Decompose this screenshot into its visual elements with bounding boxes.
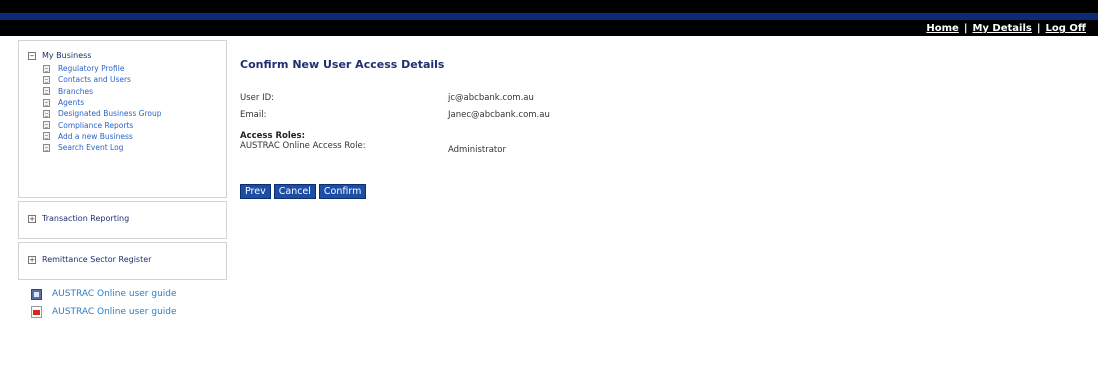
sidebar-item-label[interactable]: Search Event Log <box>58 143 123 152</box>
user-guide-word-link[interactable]: AUSTRAC Online user guide <box>31 285 177 303</box>
sidebar-item-compliance-reports[interactable]: Compliance Reports <box>43 119 226 130</box>
prev-button[interactable]: Prev <box>240 184 271 199</box>
my-business-items: Regulatory Profile Contacts and Users Br… <box>43 63 226 153</box>
user-guide-label[interactable]: AUSTRAC Online user guide <box>52 307 177 317</box>
page-icon <box>43 143 50 152</box>
sidebar-item-regulatory-profile[interactable]: Regulatory Profile <box>43 63 226 74</box>
sidebar-item-contacts-users[interactable]: Contacts and Users <box>43 74 226 85</box>
transaction-reporting-node[interactable]: + Transaction Reporting <box>28 214 226 223</box>
user-id-row: User ID: jc@abcbank.com.au <box>240 93 940 110</box>
user-guide-pdf-link[interactable]: AUSTRAC Online user guide <box>31 303 177 321</box>
main-content: Confirm New User Access Details User ID:… <box>240 58 940 199</box>
page-icon <box>43 109 50 118</box>
sidebar-item-label[interactable]: Agents <box>58 98 84 107</box>
remittance-register-label[interactable]: Remittance Sector Register <box>42 255 151 264</box>
pdf-icon <box>31 306 42 318</box>
sidebar-item-designated-business-group[interactable]: Designated Business Group <box>43 108 226 119</box>
expand-icon[interactable]: + <box>28 255 36 264</box>
page-title: Confirm New User Access Details <box>240 58 445 71</box>
access-role-row: AUSTRAC Online Access Role: Administrato… <box>240 141 940 157</box>
page-icon <box>43 132 50 141</box>
page-icon <box>43 87 50 96</box>
remittance-register-panel[interactable]: + Remittance Sector Register <box>18 242 227 280</box>
access-roles-heading: Access Roles: <box>240 131 306 141</box>
sidebar-item-add-business[interactable]: Add a new Business <box>43 131 226 142</box>
access-role-value: Administrator <box>448 145 506 155</box>
my-details-link[interactable]: My Details <box>972 23 1031 34</box>
collapse-icon[interactable]: − <box>28 51 36 60</box>
email-label: Email: <box>240 110 267 120</box>
cancel-button[interactable]: Cancel <box>273 184 316 199</box>
confirm-button[interactable]: Confirm <box>318 184 367 199</box>
banner-stripe <box>0 13 1098 20</box>
my-business-label[interactable]: My Business <box>42 51 91 60</box>
home-link[interactable]: Home <box>926 23 958 34</box>
remittance-register-node[interactable]: + Remittance Sector Register <box>28 255 226 264</box>
page-icon <box>43 75 50 84</box>
transaction-reporting-panel[interactable]: + Transaction Reporting <box>18 201 227 239</box>
user-guides: AUSTRAC Online user guide AUSTRAC Online… <box>31 285 177 321</box>
sidebar-item-branches[interactable]: Branches <box>43 86 226 97</box>
sidebar-item-label[interactable]: Branches <box>58 87 93 96</box>
my-business-node[interactable]: − My Business <box>28 51 226 60</box>
user-id-value: jc@abcbank.com.au <box>448 93 534 103</box>
separator: | <box>963 23 968 34</box>
my-business-panel: − My Business Regulatory Profile Contact… <box>18 40 227 198</box>
sidebar-item-label[interactable]: Compliance Reports <box>58 121 133 130</box>
user-id-label: User ID: <box>240 93 274 103</box>
sidebar: − My Business Regulatory Profile Contact… <box>18 40 227 280</box>
action-buttons: Prev Cancel Confirm <box>240 184 369 199</box>
log-off-link[interactable]: Log Off <box>1046 23 1086 34</box>
access-role-label: AUSTRAC Online Access Role: <box>240 141 366 151</box>
sidebar-item-label[interactable]: Regulatory Profile <box>58 64 124 73</box>
user-guide-label[interactable]: AUSTRAC Online user guide <box>52 289 177 299</box>
word-document-icon <box>31 288 42 300</box>
top-banner: Home | My Details | Log Off <box>0 0 1098 36</box>
email-value: Janec@abcbank.com.au <box>448 110 550 120</box>
transaction-reporting-label[interactable]: Transaction Reporting <box>42 214 129 223</box>
page-icon <box>43 98 50 107</box>
page-icon <box>43 121 50 130</box>
sidebar-item-search-event-log[interactable]: Search Event Log <box>43 142 226 153</box>
email-row: Email: Janec@abcbank.com.au <box>240 110 940 127</box>
sidebar-item-label[interactable]: Designated Business Group <box>58 109 161 118</box>
header-links: Home | My Details | Log Off <box>926 23 1086 34</box>
expand-icon[interactable]: + <box>28 214 36 223</box>
details-list: User ID: jc@abcbank.com.au Email: Janec@… <box>240 93 940 157</box>
sidebar-item-label[interactable]: Contacts and Users <box>58 75 131 84</box>
sidebar-item-label[interactable]: Add a new Business <box>58 132 133 141</box>
page-icon <box>43 64 50 73</box>
separator: | <box>1036 23 1041 34</box>
sidebar-item-agents[interactable]: Agents <box>43 97 226 108</box>
